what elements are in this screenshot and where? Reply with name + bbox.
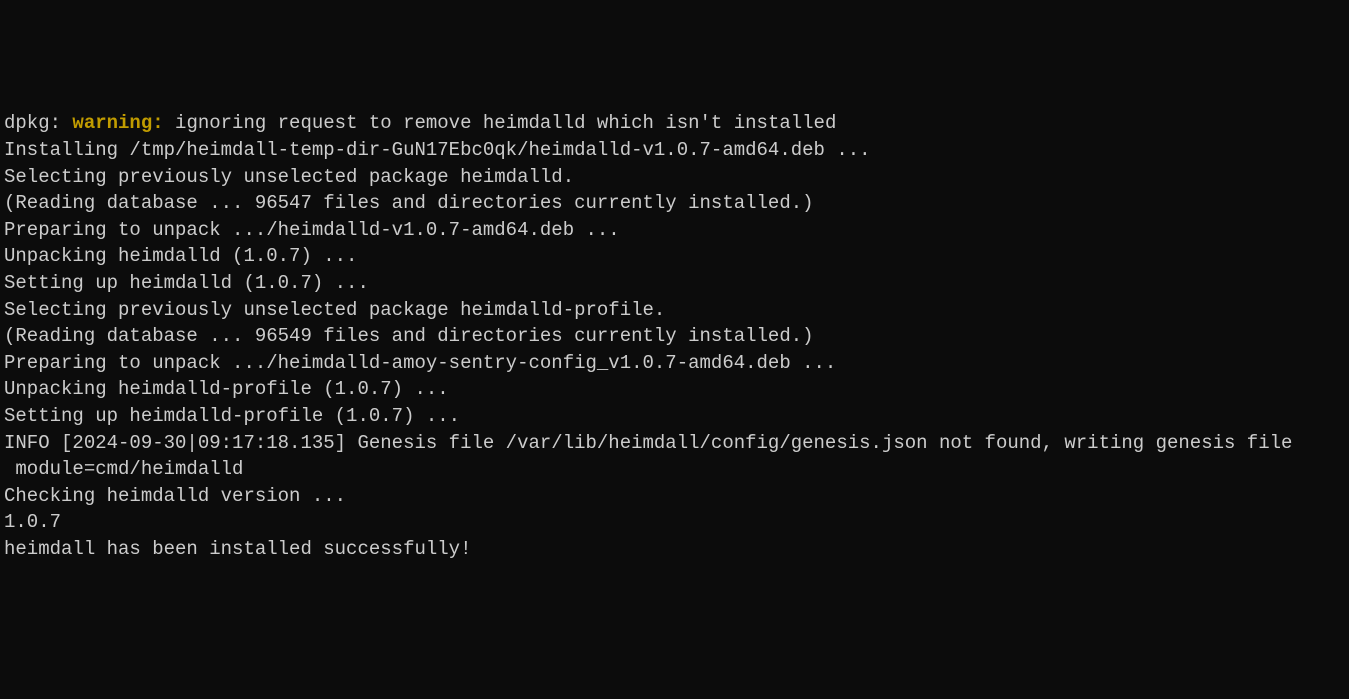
output-line: Unpacking heimdalld (1.0.7) ... <box>4 243 1345 270</box>
output-line: Checking heimdalld version ... <box>4 483 1345 510</box>
output-line: Selecting previously unselected package … <box>4 297 1345 324</box>
output-line: module=cmd/heimdalld <box>4 456 1345 483</box>
warning-message: ignoring request to remove heimdalld whi… <box>164 112 837 134</box>
output-line: Preparing to unpack .../heimdalld-v1.0.7… <box>4 217 1345 244</box>
output-line: Preparing to unpack .../heimdalld-amoy-s… <box>4 350 1345 377</box>
output-line: Setting up heimdalld-profile (1.0.7) ... <box>4 403 1345 430</box>
output-line: Installing /tmp/heimdall-temp-dir-GuN17E… <box>4 137 1345 164</box>
output-line: Setting up heimdalld (1.0.7) ... <box>4 270 1345 297</box>
output-line: heimdall has been installed successfully… <box>4 536 1345 563</box>
output-line: dpkg: warning: ignoring request to remov… <box>4 110 1345 137</box>
warning-label: warning: <box>72 112 163 134</box>
output-line: (Reading database ... 96549 files and di… <box>4 323 1345 350</box>
output-line: Unpacking heimdalld-profile (1.0.7) ... <box>4 376 1345 403</box>
dpkg-prefix: dpkg: <box>4 112 72 134</box>
output-line: INFO [2024-09-30|09:17:18.135] Genesis f… <box>4 430 1345 457</box>
output-line: Selecting previously unselected package … <box>4 164 1345 191</box>
output-line: (Reading database ... 96547 files and di… <box>4 190 1345 217</box>
terminal-output: dpkg: warning: ignoring request to remov… <box>4 110 1345 562</box>
output-line: 1.0.7 <box>4 509 1345 536</box>
